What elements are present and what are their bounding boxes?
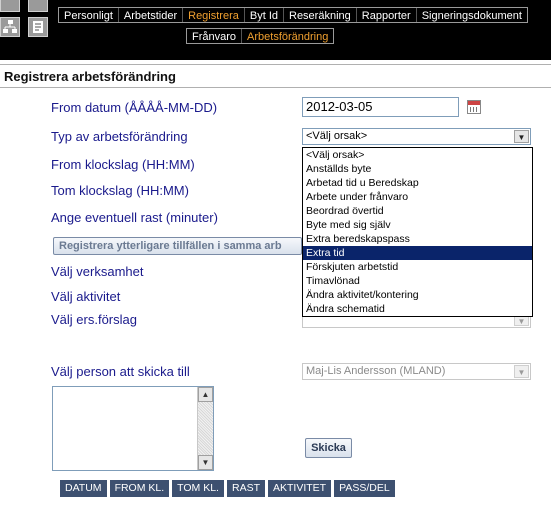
tab-personligt[interactable]: Personligt (59, 8, 119, 22)
dropdown-option[interactable]: Timavlönad (303, 274, 532, 288)
column-header-datum: DATUM (60, 480, 107, 497)
org-chart-icon[interactable] (0, 17, 20, 37)
tab-arbetsforandring[interactable]: Arbetsförändring (242, 29, 334, 43)
page-title: Registrera arbetsförändring (4, 69, 176, 84)
column-header-rast: RAST (226, 480, 265, 497)
replacement-label: Välj ers.förslag (51, 312, 137, 327)
column-header-aktivitet: AKTIVITET (268, 480, 332, 497)
send-button[interactable]: Skicka (305, 438, 352, 458)
tab-signeringsdokument[interactable]: Signeringsdokument (416, 8, 527, 22)
type-select[interactable]: <Välj orsak> ▼ (302, 128, 531, 145)
send-to-label: Välj person att skicka till (51, 364, 190, 379)
scroll-up-icon[interactable]: ▲ (198, 387, 213, 402)
type-select-value: <Välj orsak> (306, 130, 368, 142)
scroll-down-icon[interactable]: ▼ (198, 455, 213, 470)
activity-label: Välj aktivitet (51, 289, 121, 304)
type-dropdown-list[interactable]: <Välj orsak> Anställds byte Arbetad tid u … (302, 147, 533, 317)
divider (0, 64, 551, 65)
business-label: Välj verksamhet (51, 264, 144, 279)
dropdown-option[interactable]: Anställds byte (303, 162, 532, 176)
calendar-icon[interactable] (467, 100, 481, 114)
main-nav: Personligt Arbetstider Registrera Byt Id… (58, 7, 528, 23)
chevron-down-icon[interactable]: ▼ (514, 130, 529, 143)
home-icon[interactable] (0, 0, 20, 12)
document-icon[interactable] (28, 17, 48, 37)
dropdown-option[interactable]: Byte med sig själv (303, 218, 532, 232)
to-time-label: Tom klockslag (HH:MM) (51, 183, 189, 198)
dropdown-option[interactable]: Förskjuten arbetstid (303, 260, 532, 274)
tab-rapporter[interactable]: Rapporter (356, 8, 417, 22)
column-header-tom: TOM KL. (172, 480, 224, 497)
dropdown-option[interactable]: Ändra schematid (303, 302, 532, 316)
dropdown-option[interactable]: Arbete under frånvaro (303, 190, 532, 204)
dropdown-option[interactable]: <Välj orsak> (303, 148, 532, 162)
tab-franvaro[interactable]: Frånvaro (187, 29, 243, 43)
sub-nav: Frånvaro Arbetsförändring (186, 28, 335, 44)
settings-icon[interactable] (28, 0, 48, 12)
chevron-down-icon[interactable]: ▼ (514, 365, 529, 378)
dropdown-option[interactable]: Arbetad tid u Beredskap (303, 176, 532, 190)
from-date-input[interactable]: 2012-03-05 (302, 97, 459, 117)
dropdown-option[interactable]: Ändra aktivitet/kontering (303, 288, 532, 302)
send-to-select[interactable]: Maj-Lis Andersson (MLAND) ▼ (302, 363, 531, 380)
comment-textarea[interactable]: ▲ ▼ (52, 386, 214, 471)
column-header-from: FROM KL. (109, 480, 170, 497)
dropdown-option[interactable]: Beordrad övertid (303, 204, 532, 218)
scrollbar[interactable]: ▲ ▼ (197, 387, 213, 470)
type-label: Typ av arbetsförändring (51, 129, 188, 144)
divider (0, 87, 551, 88)
tab-registrera[interactable]: Registrera (183, 8, 245, 22)
column-header-pass: PASS/DEL (334, 480, 395, 497)
dropdown-option[interactable]: Extra tid (303, 246, 532, 260)
column-headers: DATUM FROM KL. TOM KL. RAST AKTIVITET PA… (60, 480, 395, 497)
tab-byt-id[interactable]: Byt Id (244, 8, 284, 22)
tab-arbetstider[interactable]: Arbetstider (118, 8, 184, 22)
break-label: Ange eventuell rast (minuter) (51, 210, 218, 225)
from-date-label: From datum (ÅÅÅÅ-MM-DD) (51, 100, 218, 115)
tab-reserakning[interactable]: Reseräkning (284, 8, 357, 22)
send-to-value: Maj-Lis Andersson (MLAND) (306, 365, 446, 377)
register-more-button[interactable]: Registrera ytterligare tillfällen i samm… (53, 237, 302, 255)
dropdown-option[interactable]: Extra beredskapspass (303, 232, 532, 246)
from-time-label: From klockslag (HH:MM) (51, 157, 195, 172)
